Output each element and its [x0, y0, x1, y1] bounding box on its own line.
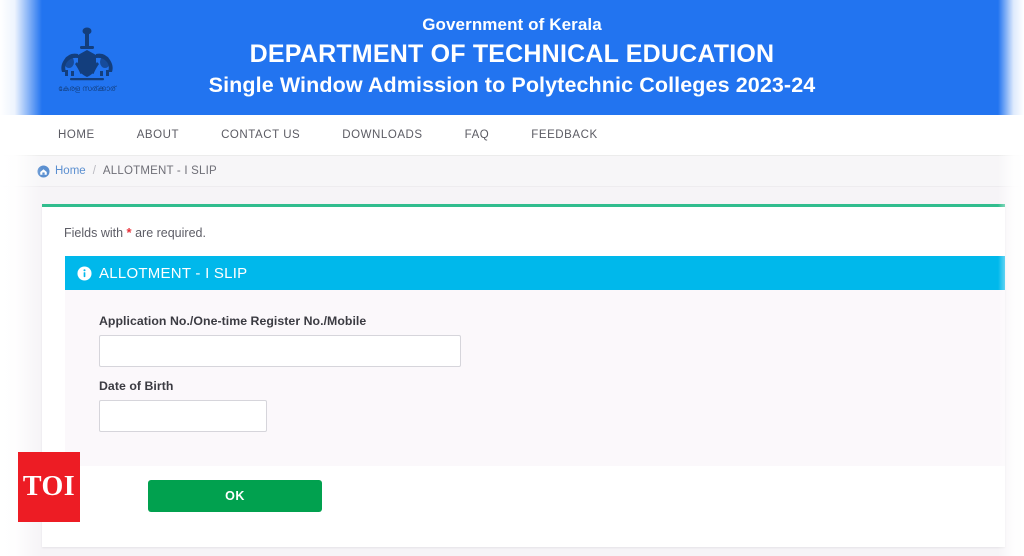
- nav-item-downloads[interactable]: DOWNLOADS: [321, 129, 443, 141]
- panel-footer: OK: [65, 466, 1005, 528]
- government-line: Government of Kerala: [422, 15, 602, 34]
- toi-watermark-text: TOI: [22, 471, 76, 502]
- breadcrumb: Home / ALLOTMENT - I SLIP: [0, 156, 1024, 187]
- date-of-birth-label: Date of Birth: [99, 379, 174, 393]
- required-note-suffix: are required.: [135, 226, 206, 240]
- scheme-subtitle: Single Window Admission to Polytechnic C…: [208, 73, 816, 97]
- home-icon: [37, 164, 50, 178]
- allotment-card: Fields with * are required. ALLOTMENT - …: [42, 204, 1005, 547]
- toi-watermark-logo: TOI: [18, 452, 80, 522]
- required-asterisk: *: [126, 225, 132, 240]
- panel-header: ALLOTMENT - I SLIP: [65, 256, 1005, 290]
- nav-item-about[interactable]: ABOUT: [116, 129, 200, 141]
- nav-item-contact-us[interactable]: CONTACT US: [200, 129, 321, 141]
- ok-submit-button[interactable]: OK: [148, 480, 322, 512]
- content-wrapper: Fields with * are required. ALLOTMENT - …: [0, 187, 1024, 547]
- panel-body: Application No./One-time Register No./Mo…: [65, 290, 1005, 466]
- nav-item-faq[interactable]: FAQ: [444, 129, 511, 141]
- page-root: കേരള സര്ക്കാര് Government of Kerala DEPA…: [0, 0, 1024, 556]
- nav-item-home[interactable]: HOME: [58, 129, 116, 141]
- field-group-application-no: Application No./One-time Register No./Mo…: [99, 314, 1005, 367]
- allotment-slip-panel: ALLOTMENT - I SLIP Application No./One-t…: [65, 256, 1005, 528]
- required-note-prefix: Fields with: [64, 226, 124, 240]
- breadcrumb-home-link[interactable]: Home: [55, 165, 86, 177]
- site-header-banner: കേരള സര്ക്കാര് Government of Kerala DEPA…: [0, 0, 1024, 115]
- department-title: DEPARTMENT OF TECHNICAL EDUCATION: [249, 40, 775, 68]
- field-group-date-of-birth: Date of Birth: [99, 379, 1005, 432]
- nav-item-feedback[interactable]: FEEDBACK: [510, 129, 618, 141]
- info-circle-icon: [77, 265, 92, 281]
- application-no-input[interactable]: [99, 335, 461, 367]
- main-navigation: HOME ABOUT CONTACT US DOWNLOADS FAQ FEED…: [0, 115, 1024, 156]
- application-no-label: Application No./One-time Register No./Mo…: [99, 314, 367, 328]
- date-of-birth-input[interactable]: [99, 400, 267, 432]
- required-fields-note: Fields with * are required.: [42, 207, 1005, 240]
- nav-list: HOME ABOUT CONTACT US DOWNLOADS FAQ FEED…: [0, 115, 1024, 155]
- panel-title: ALLOTMENT - I SLIP: [99, 264, 248, 282]
- breadcrumb-separator: /: [92, 165, 96, 177]
- banner-title-block: Government of Kerala DEPARTMENT OF TECHN…: [0, 14, 1024, 99]
- breadcrumb-current-page: ALLOTMENT - I SLIP: [102, 165, 217, 177]
